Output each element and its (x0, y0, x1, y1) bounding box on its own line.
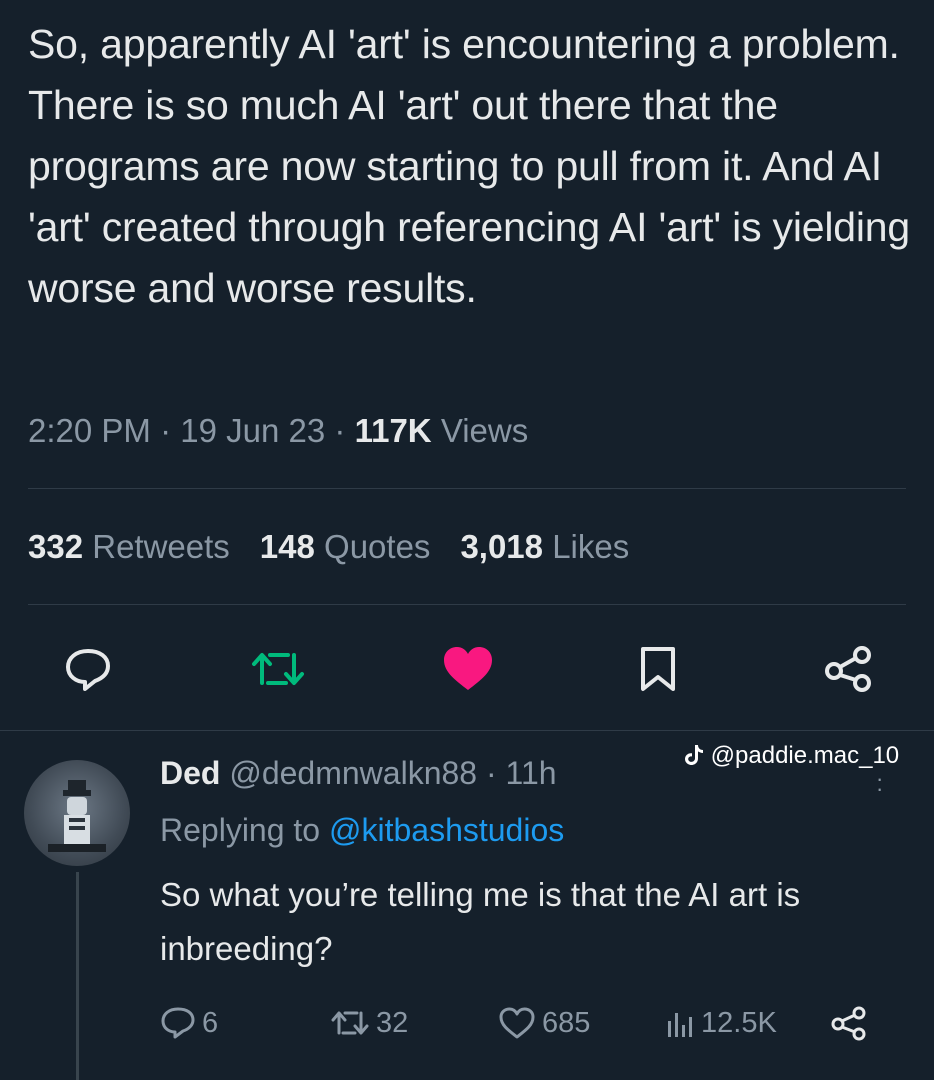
heart-icon (499, 1007, 535, 1039)
reply-author-name[interactable]: Ded (160, 755, 220, 791)
quotes-stat[interactable]: 148 Quotes (260, 528, 431, 565)
bookmark-icon (641, 647, 675, 691)
reply-count: 6 (202, 1006, 219, 1039)
reply-icon (161, 1007, 195, 1039)
reply-retweet-button[interactable]: 32 (330, 998, 408, 1048)
tweet-text: So, apparently AI 'art' is encountering … (28, 21, 910, 311)
reply-views-button[interactable]: 12.5K (665, 998, 777, 1048)
like-icon (444, 647, 492, 690)
reply-header: Ded @dedmnwalkn88 · 11h (160, 755, 557, 792)
reply-author-handle[interactable]: @dedmnwalkn88 (229, 755, 477, 791)
tweet-time[interactable]: 2:20 PM (28, 412, 151, 449)
likes-stat[interactable]: 3,018 Likes (460, 528, 629, 565)
more-options-icon[interactable]: · · (876, 768, 883, 800)
quotes-label: Quotes (324, 528, 431, 565)
retweet-icon (331, 1011, 369, 1035)
replying-to: Replying to @kitbashstudios (160, 812, 564, 849)
tweet-date[interactable]: 19 Jun 23 (180, 412, 325, 449)
views-icon (668, 1013, 692, 1037)
retweets-stat[interactable]: 332 Retweets (28, 528, 230, 565)
reply-views-count: 12.5K (701, 1006, 777, 1039)
quotes-count: 148 (259, 528, 315, 565)
retweet-button[interactable] (248, 640, 308, 698)
meta-separator: · (334, 412, 346, 449)
views-count: 117K (354, 412, 432, 449)
tiktok-icon (685, 745, 703, 765)
reply-text: So what you’re telling me is that the AI… (160, 876, 801, 967)
meta-separator: · (160, 412, 172, 449)
tweet-meta: 2:20 PM · 19 Jun 23 · 117K Views (28, 412, 528, 450)
bookmark-button[interactable] (628, 640, 688, 698)
likes-count: 3,018 (460, 528, 544, 565)
reply-icon (66, 649, 110, 691)
retweets-label: Retweets (92, 528, 230, 565)
divider (0, 730, 934, 731)
share-button[interactable] (818, 640, 878, 698)
share-icon (825, 646, 871, 692)
reply-like-count: 685 (542, 1006, 591, 1039)
views-label: Views (440, 412, 529, 449)
like-button[interactable] (438, 640, 498, 698)
reply-like-button[interactable]: 685 (498, 998, 590, 1048)
avatar[interactable] (24, 760, 130, 866)
replying-label: Replying to (160, 812, 321, 848)
reply-button[interactable] (58, 640, 118, 698)
watermark-handle: @paddie.mac_10 (710, 742, 900, 769)
tiktok-watermark: @paddie.mac_10 (684, 742, 899, 770)
reply-retweet-count: 32 (376, 1006, 409, 1039)
retweet-icon (252, 653, 304, 685)
reply-separator: · (485, 755, 497, 791)
tweet-stats: 332 Retweets 148 Quotes 3,018 Likes (28, 528, 629, 566)
replying-mention[interactable]: @kitbashstudios (329, 812, 564, 848)
share-icon (831, 1006, 866, 1041)
reply-time[interactable]: 11h (506, 755, 557, 791)
tweet-action-bar (58, 640, 878, 698)
divider (28, 604, 906, 605)
reply-share-button[interactable] (828, 998, 868, 1048)
retweets-count: 332 (28, 528, 84, 565)
avatar-image (48, 780, 106, 852)
divider (28, 488, 906, 489)
reply-action-bar: 6 32 685 12.5K (160, 998, 880, 1048)
likes-label: Likes (552, 528, 630, 565)
reply-reply-button[interactable]: 6 (160, 998, 218, 1048)
thread-line (76, 872, 79, 1080)
